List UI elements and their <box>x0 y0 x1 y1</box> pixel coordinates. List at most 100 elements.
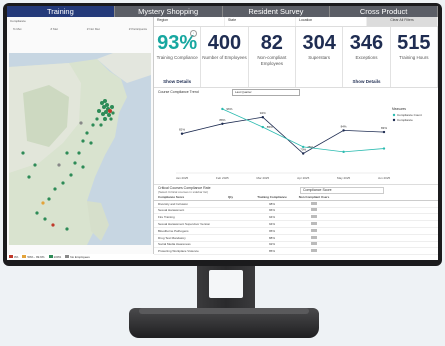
radio-num-not-met[interactable]: # Not Met <box>87 27 100 31</box>
table-row[interactable]: Protecting Workplace Violence 85% <box>154 248 438 256</box>
compliance-point <box>382 130 386 134</box>
kpi-value: 304 <box>302 32 336 54</box>
course-name: Protecting Workplace Violence <box>158 249 199 254</box>
compliance-pct: 94% <box>268 215 275 220</box>
compliance-count-data-label: 85% <box>267 125 273 129</box>
kpi-label: Number of Employees <box>202 55 247 60</box>
compliance-point <box>180 132 184 135</box>
compliance-point <box>302 152 305 155</box>
course-name: Social Media Awareness <box>158 242 191 247</box>
kpi-value: 82 <box>260 32 283 54</box>
col-header[interactable]: Non Compliant Users <box>292 195 336 199</box>
compliance-line <box>181 116 385 154</box>
noncompliant-cell <box>292 215 336 219</box>
map-legend: 0% 50% - 99.9% 100% No Employees <box>7 254 155 260</box>
legend-swatch <box>392 118 396 122</box>
legend-title: Measures <box>392 107 406 111</box>
course-name: Sexual Harassment <box>158 208 185 213</box>
legend-item-1: 50% - 99.9% <box>22 255 45 259</box>
col-header[interactable]: Training Compliance <box>252 195 292 199</box>
table-row[interactable]: Bloodborne Pathogens 95% <box>154 228 438 235</box>
tab-cross-product[interactable]: Cross Product <box>330 6 438 17</box>
col-header[interactable]: Qty <box>228 195 252 199</box>
state-filter[interactable]: State <box>225 17 296 26</box>
compliance-data-label: 84% <box>341 124 347 128</box>
tab-resident-survey[interactable]: Resident Survey <box>223 6 331 17</box>
placeholder-bar <box>311 242 317 246</box>
kpi-value: 346 <box>349 32 384 54</box>
compliance-data-label: 88% <box>219 118 225 122</box>
col-header[interactable]: Compliance Score <box>154 195 228 199</box>
chart-svg: 82% 88% 92% 70% 84% 83% 96% 85% 75% Jan 2025 Feb 2… <box>176 107 422 180</box>
legend-item-3: No Employees <box>65 255 90 259</box>
placeholder-bar <box>311 249 317 253</box>
course-name: Sexual Harassment Supervisor Version <box>158 222 211 227</box>
radio-participants[interactable]: # Participants <box>129 27 147 31</box>
x-tick-label: Feb 2025 <box>216 176 229 180</box>
kpi-employees: 400 Number of Employees <box>201 27 249 87</box>
noncompliant-cell <box>292 242 336 246</box>
placeholder-bar <box>311 222 317 226</box>
compliance-pct: 94% <box>268 222 275 227</box>
placeholder-bar <box>311 215 317 219</box>
compliance-point <box>221 122 224 125</box>
compliance-count-point <box>261 125 264 129</box>
kpi-value: 400 <box>207 32 242 54</box>
noncompliant-cell <box>292 201 336 206</box>
stand-cable-slot <box>209 270 243 298</box>
kpi-exceptions: 346 Exceptions Show Details <box>343 27 391 87</box>
kpi-label: Training Hours <box>399 55 429 60</box>
region-filter[interactable]: Region <box>154 17 225 26</box>
show-details-link[interactable]: Show Details <box>154 79 200 84</box>
map-svg <box>9 53 151 245</box>
compliance-count-data-label: 96% <box>226 107 232 111</box>
noncompliant-cell <box>292 249 336 253</box>
compliance-count-point <box>382 147 386 150</box>
table-row[interactable]: Social Media Awareness 92% <box>154 242 438 249</box>
tab-training[interactable]: Training <box>7 6 115 17</box>
compliance-point <box>342 129 345 132</box>
compliance-pct: 92% <box>268 242 275 247</box>
compliance-score-select[interactable]: Compliance Score <box>300 187 384 194</box>
x-tick-label: Jun 2025 <box>378 176 391 180</box>
compliance-count-point <box>302 145 305 149</box>
clear-filters-button[interactable]: Clear All Filters <box>367 17 438 26</box>
table-row[interactable]: Drug Test Mandatory 88% <box>154 235 438 242</box>
compliance-pct: 98% <box>268 201 275 206</box>
filter-bar: Region State Location Clear All Filters <box>154 17 438 27</box>
location-filter[interactable]: Location <box>296 17 367 26</box>
compliance-count-line <box>222 108 385 153</box>
dashboard-screen: Training Mystery Shopping Resident Surve… <box>7 6 438 260</box>
radio-num-met[interactable]: # Met <box>50 27 58 31</box>
placeholder-bar <box>311 201 317 205</box>
compliance-data-label: 92% <box>260 111 266 115</box>
legend-item-0: 0% <box>9 255 18 259</box>
noncompliant-cell <box>292 235 336 240</box>
table-row[interactable]: Diversity and Inclusion 98% <box>154 201 438 208</box>
us-map[interactable] <box>9 53 151 245</box>
kpi-superstars: 304 Superstars <box>296 27 344 87</box>
kpi-label: Training Compliance <box>156 55 198 60</box>
compliance-count-point <box>342 150 345 154</box>
compliance-tables: Critical Courses Compliance Rate (Select… <box>154 186 438 260</box>
table-row[interactable]: Fire Training 94% <box>154 214 438 222</box>
x-tick-label: Jan 2025 <box>176 176 189 180</box>
kpi-row: i 93% Training Compliance Show Details 4… <box>154 27 438 88</box>
kpi-label: Exceptions <box>355 55 378 60</box>
tab-mystery-shopping[interactable]: Mystery Shopping <box>115 6 223 17</box>
compliance-radio-group: % Met # Met # Not Met # Participants <box>10 27 150 31</box>
compliance-point <box>261 116 264 119</box>
radio-pct-met[interactable]: % Met <box>13 27 22 31</box>
x-tick-label: May 2025 <box>337 176 351 180</box>
table-header-row: Compliance Score Qty Training Compliance… <box>154 194 438 201</box>
noncompliant-cell <box>292 208 336 212</box>
table-row[interactable]: Sexual Harassment 96% <box>154 208 438 215</box>
period-select[interactable]: Last Quarter <box>232 89 300 96</box>
legend-swatch <box>392 113 396 117</box>
table-row[interactable]: Sexual Harassment Supervisor Version 94% <box>154 221 438 228</box>
map-panel: Compliance % Met # Met # Not Met # Parti… <box>7 17 155 260</box>
kpi-value: 515 <box>397 32 431 54</box>
legend-label: Compliance <box>397 118 413 122</box>
show-details-link[interactable]: Show Details <box>343 79 389 84</box>
x-tick-label: Apr 2025 <box>297 176 310 180</box>
